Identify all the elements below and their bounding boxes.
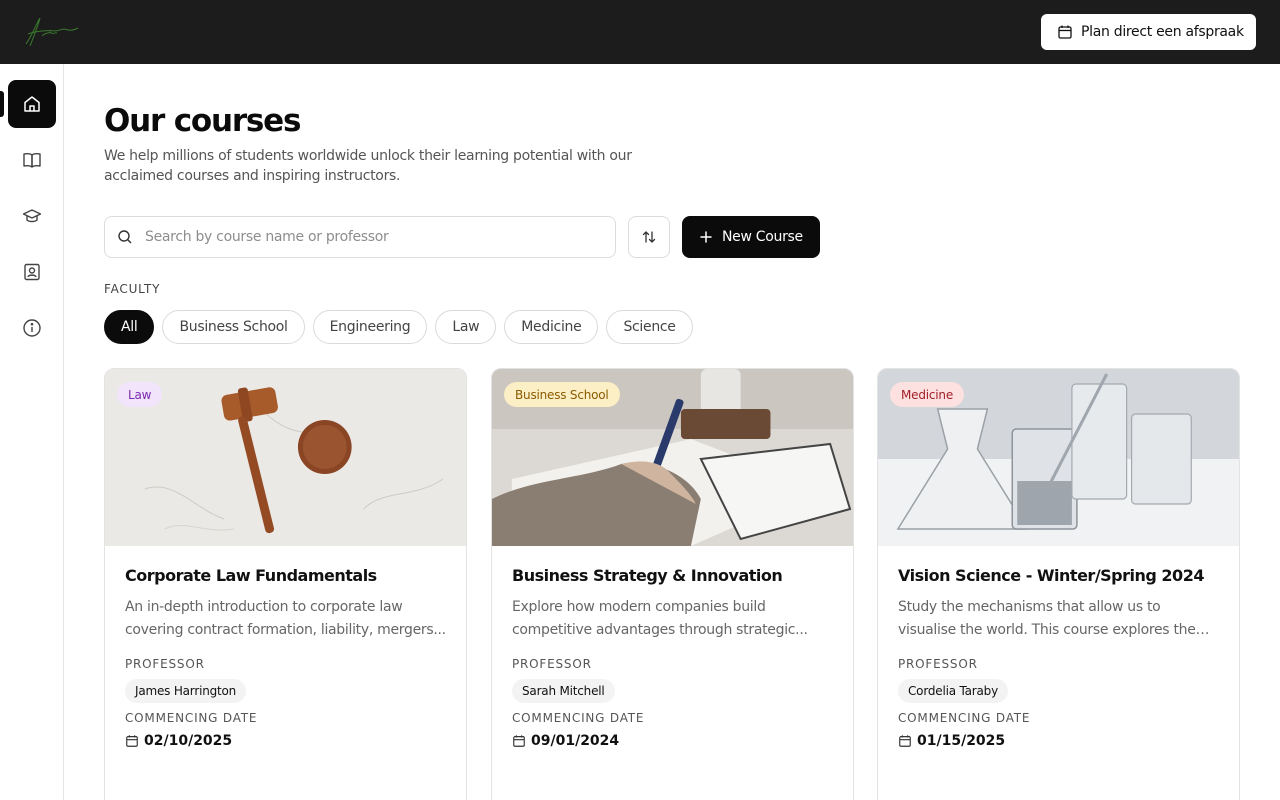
filter-chip-law[interactable]: Law xyxy=(435,310,497,344)
course-title: Corporate Law Fundamentals xyxy=(125,566,377,585)
course-description: An in-depth introduction to corporate la… xyxy=(125,599,446,638)
calendar-icon xyxy=(899,735,911,747)
professor-label: PROFESSOR xyxy=(512,657,592,671)
faculty-filter-label: FACULTY xyxy=(104,282,161,296)
filter-chip-business-school[interactable]: Business School xyxy=(162,310,305,344)
commencing-date: 02/10/2025 xyxy=(125,733,232,749)
search-icon xyxy=(118,230,132,244)
course-description: Explore how modern companies build compe… xyxy=(512,599,808,638)
calendar-icon xyxy=(1058,25,1072,39)
sidebar-item-students[interactable] xyxy=(8,192,56,240)
home-icon xyxy=(24,96,40,112)
info-icon xyxy=(23,319,41,337)
book-icon xyxy=(23,153,41,168)
course-title: Business Strategy & Innovation xyxy=(512,566,783,585)
page-title: Our courses xyxy=(104,103,301,139)
faculty-badge: Business School xyxy=(504,382,620,407)
professor-name: Cordelia Taraby xyxy=(898,679,1008,703)
faculty-badge: Medicine xyxy=(890,382,965,407)
professor-name: James Harrington xyxy=(125,679,247,703)
course-card[interactable]: Business School Business Strategy & Inno… xyxy=(491,368,854,800)
course-card[interactable]: Medicine Vision Science - Winter/Spring … xyxy=(877,368,1240,800)
logo-signature[interactable] xyxy=(22,14,82,50)
page-subtitle: We help millions of students worldwide u… xyxy=(104,148,632,184)
course-card[interactable]: Law Corporate Law Fundamentals An in-dep… xyxy=(104,368,467,800)
commencing-date: 09/01/2024 xyxy=(512,733,619,749)
sidebar-item-contacts[interactable] xyxy=(8,248,56,296)
commencing-date-label: COMMENCING DATE xyxy=(125,711,258,725)
faculty-badge: Law xyxy=(117,382,163,407)
search-input[interactable] xyxy=(145,229,585,245)
commencing-date-label: COMMENCING DATE xyxy=(512,711,645,725)
filter-chip-science[interactable]: Science xyxy=(606,310,693,344)
course-description: Study the mechanisms that allow us to vi… xyxy=(898,599,1196,638)
faculty-filter-chips: All Business School Engineering Law Medi… xyxy=(104,310,693,344)
book-appointment-label: Plan direct een afspraak xyxy=(1081,24,1244,40)
professor-label: PROFESSOR xyxy=(898,657,978,671)
filter-chip-engineering[interactable]: Engineering xyxy=(312,310,428,344)
sort-arrows-icon xyxy=(642,231,656,243)
sidebar-item-home[interactable] xyxy=(8,80,56,128)
search-box[interactable] xyxy=(104,216,616,258)
sidebar-item-info[interactable] xyxy=(8,304,56,352)
book-appointment-button[interactable]: Plan direct een afspraak xyxy=(1041,14,1256,50)
contact-icon xyxy=(24,263,40,281)
new-course-button[interactable]: New Course xyxy=(682,216,820,258)
sidebar-item-courses[interactable] xyxy=(8,136,56,184)
filter-chip-all[interactable]: All xyxy=(104,310,155,344)
new-course-label: New Course xyxy=(722,229,803,245)
sort-button[interactable] xyxy=(628,216,670,258)
commencing-date-label: COMMENCING DATE xyxy=(898,711,1031,725)
filter-chip-medicine[interactable]: Medicine xyxy=(504,310,599,344)
calendar-icon xyxy=(513,735,525,747)
professor-name: Sarah Mitchell xyxy=(512,679,615,703)
graduation-cap-icon xyxy=(22,209,42,223)
active-indicator xyxy=(0,91,4,117)
top-bar: Plan direct een afspraak xyxy=(0,0,1280,64)
sidebar xyxy=(0,64,64,800)
calendar-icon xyxy=(126,735,138,747)
professor-label: PROFESSOR xyxy=(125,657,205,671)
commencing-date: 01/15/2025 xyxy=(898,733,1005,749)
plus-icon xyxy=(700,231,712,243)
course-title: Vision Science - Winter/Spring 2024 xyxy=(898,566,1204,585)
